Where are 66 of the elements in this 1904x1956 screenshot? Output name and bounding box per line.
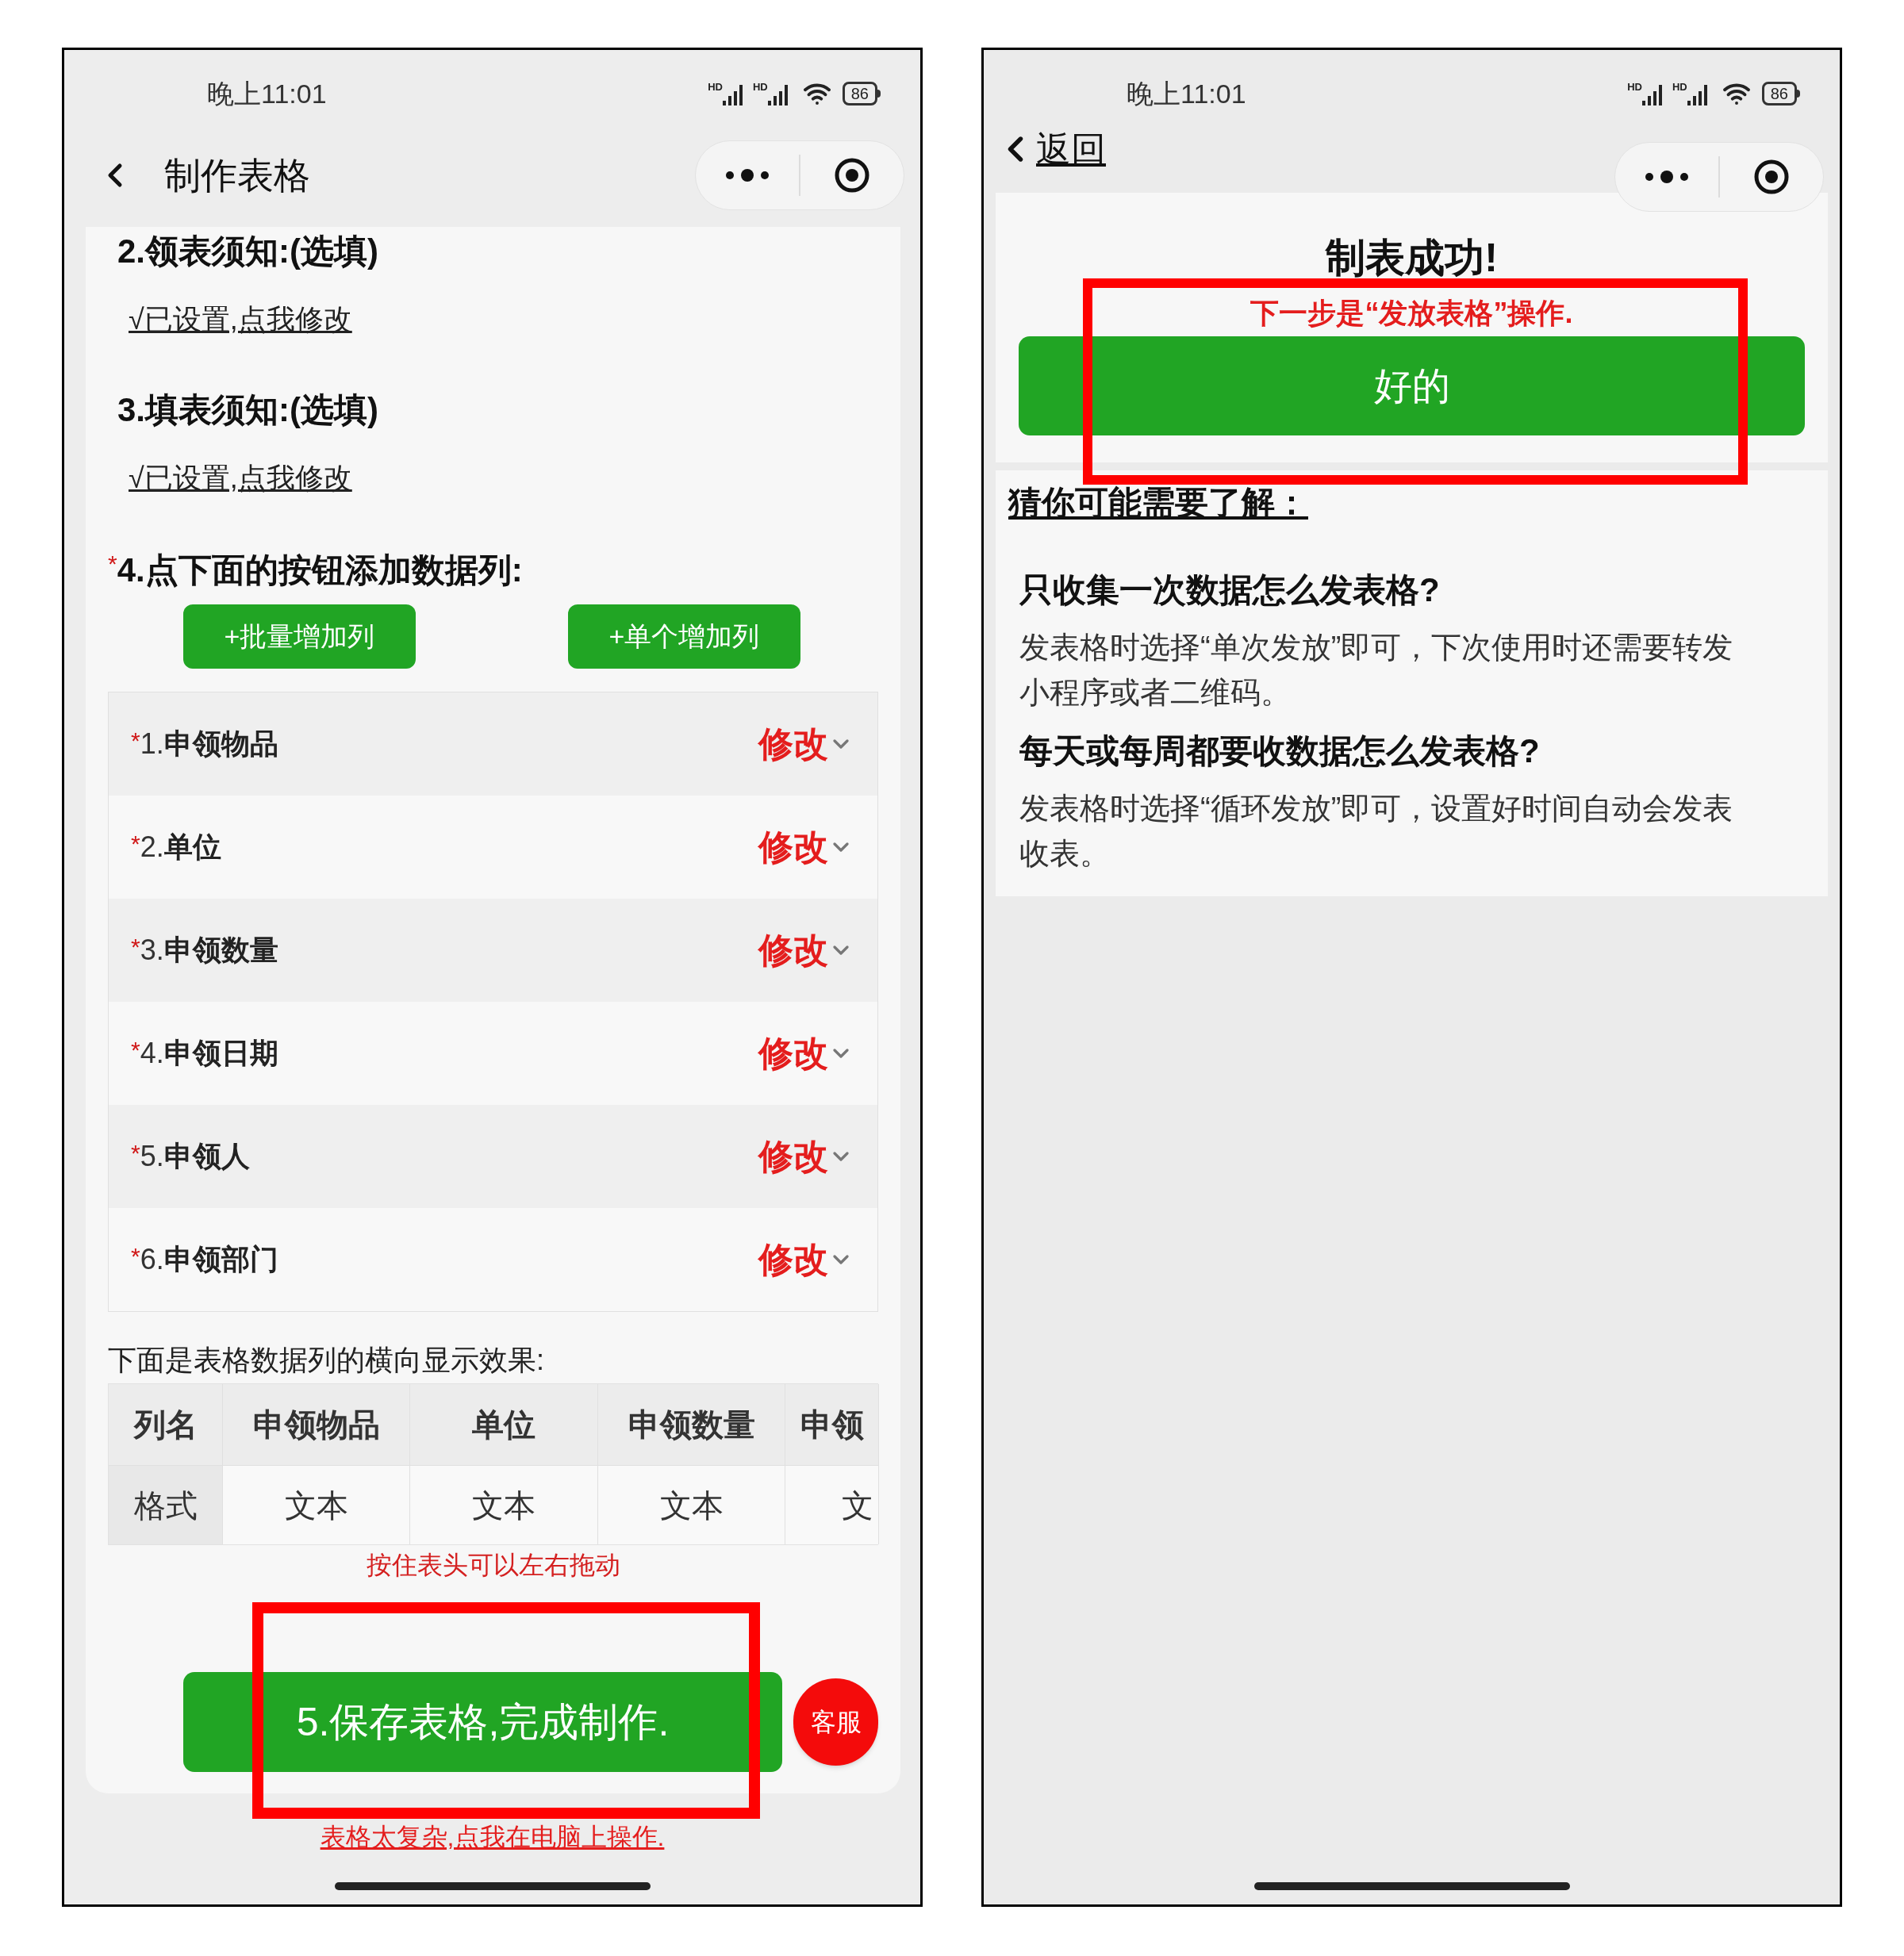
network-type-label: HD <box>752 82 768 92</box>
section-heading: 4.点下面的按钮添加数据列: <box>117 550 523 590</box>
settings-link[interactable]: √已设置,点我修改 <box>129 296 352 343</box>
column-index: 5. <box>140 1139 164 1174</box>
support-button[interactable]: 客服 <box>793 1678 878 1766</box>
table-header-cell[interactable]: 申领物品 <box>223 1384 410 1465</box>
required-mark: * <box>131 1242 140 1271</box>
network-type-label: HD <box>1627 82 1642 92</box>
column-index: 6. <box>140 1242 164 1277</box>
page-title: 制作表格 <box>164 153 310 198</box>
column-row[interactable]: *1.申领物品 修改 <box>109 692 877 796</box>
status-time: 晚上11:01 <box>207 77 327 110</box>
section-heading: 3.填表须知:(选填) <box>117 389 378 430</box>
edit-link[interactable]: 修改 <box>758 1130 828 1183</box>
column-row[interactable]: *3.申领数量 修改 <box>109 899 877 1002</box>
settings-link[interactable]: √已设置,点我修改 <box>129 454 352 502</box>
network-type-label: HD <box>708 82 723 92</box>
table-cell: 文本 <box>410 1465 598 1544</box>
network-type-label: HD <box>1672 82 1687 92</box>
edit-link[interactable]: 修改 <box>758 1027 828 1080</box>
table-header-cell[interactable]: 申领数量 <box>598 1384 785 1465</box>
table-cell: 格式 <box>109 1465 223 1544</box>
required-mark: * <box>131 933 140 961</box>
required-mark: * <box>131 1036 140 1064</box>
column-name: 申领人 <box>163 1139 250 1174</box>
target-icon <box>1753 159 1790 195</box>
edit-link[interactable]: 修改 <box>758 821 828 873</box>
column-index: 1. <box>140 727 164 761</box>
more-icon <box>724 169 771 182</box>
target-icon <box>834 157 870 194</box>
column-name: 申领物品 <box>163 727 278 761</box>
table-header-cell[interactable]: 列名 <box>109 1384 223 1465</box>
more-icon <box>1643 171 1691 183</box>
column-index: 3. <box>140 933 164 968</box>
table-header-cell[interactable]: 单位 <box>410 1384 598 1465</box>
column-name: 申领日期 <box>163 1036 278 1071</box>
table-header-cell[interactable]: 申领 <box>785 1384 879 1465</box>
table-cell: 文本 <box>223 1465 410 1544</box>
column-name: 申领部门 <box>163 1242 278 1277</box>
desktop-link[interactable]: 表格太复杂,点我在电脑上操作. <box>320 1823 665 1851</box>
edit-link[interactable]: 修改 <box>758 924 828 976</box>
tip-question: 每天或每周都要收数据怎么发表格? <box>1019 731 1541 770</box>
preview-caption: 下面是表格数据列的横向显示效果: <box>108 1344 545 1376</box>
required-mark: * <box>108 550 117 578</box>
column-name: 申领数量 <box>163 933 278 968</box>
required-mark: * <box>131 727 140 755</box>
required-mark: * <box>131 830 140 858</box>
next-step-notice: 下一步是“发放表格”操作. <box>1250 299 1573 328</box>
column-index: 2. <box>140 830 164 865</box>
table-cell: 文 <box>785 1465 879 1544</box>
tip-answer: 发表格时选择“循环发放”即可，设置好时间自动会发表收表。 <box>1019 791 1734 872</box>
success-title: 制表成功! <box>1326 234 1498 282</box>
section-heading: 2.领表须知:(选填) <box>117 231 378 271</box>
tips-heading: 猜你可能需要了解： <box>1008 482 1308 522</box>
back-link[interactable]: 返回 <box>1036 123 1106 175</box>
edit-link[interactable]: 修改 <box>758 718 828 770</box>
column-name: 单位 <box>163 830 221 865</box>
tip-answer: 发表格时选择“单次发放”即可，下次使用时还需要转发小程序或者二维码。 <box>1019 630 1734 711</box>
column-row[interactable]: *5.申领人 修改 <box>109 1105 877 1208</box>
column-index: 4. <box>140 1036 164 1071</box>
table-cell: 文本 <box>598 1465 785 1544</box>
tip-question: 只收集一次数据怎么发表格? <box>1019 570 1441 609</box>
drag-hint: 按住表头可以左右拖动 <box>366 1551 620 1578</box>
required-mark: * <box>131 1139 140 1168</box>
status-time: 晚上11:01 <box>1127 77 1246 110</box>
edit-link[interactable]: 修改 <box>758 1233 828 1286</box>
